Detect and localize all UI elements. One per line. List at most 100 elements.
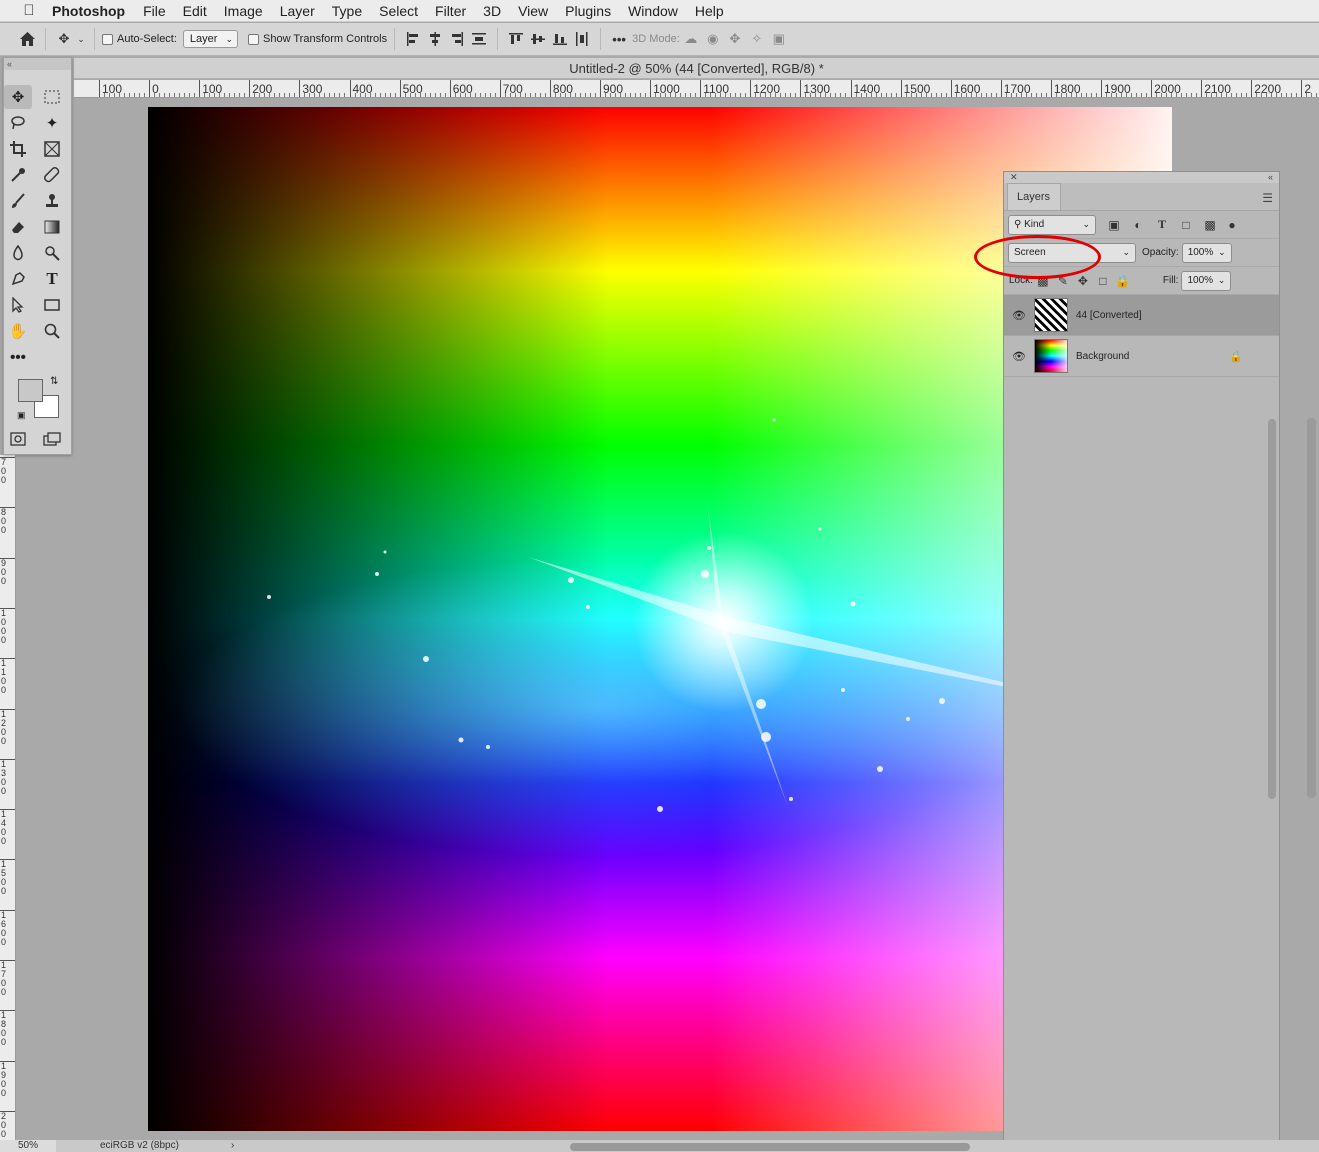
menu-window[interactable]: Window (628, 3, 678, 19)
align-vertical-center-icon[interactable] (527, 28, 549, 50)
lock-icon[interactable]: 🔒 (1229, 350, 1243, 363)
edit-toolbar-icon[interactable]: ••• (4, 345, 32, 369)
menu-type[interactable]: Type (332, 3, 362, 19)
visibility-eye-icon[interactable]: 👁 (1004, 350, 1034, 363)
marquee-tool-icon[interactable] (38, 85, 66, 109)
lock-artboard-icon[interactable]: □ (1093, 271, 1113, 291)
collapse-panel-icon[interactable]: « (1268, 172, 1273, 183)
menu-plugins[interactable]: Plugins (565, 3, 611, 19)
align-bottom-icon[interactable] (549, 28, 571, 50)
fill-input[interactable]: 100% ⌄ (1181, 270, 1232, 291)
align-right-icon[interactable] (446, 28, 468, 50)
panel-scrollbar[interactable] (1268, 419, 1276, 799)
visibility-eye-icon[interactable]: 👁 (1004, 309, 1034, 322)
screen-mode-icon[interactable] (38, 427, 66, 451)
distribute-vertical-icon[interactable] (571, 28, 593, 50)
shape-filter-icon[interactable]: □ (1176, 215, 1196, 235)
blend-mode-dropdown[interactable]: Screen ⌄ (1008, 242, 1136, 263)
menu-edit[interactable]: Edit (183, 3, 207, 19)
move-tool-icon[interactable]: ✥ (53, 28, 75, 50)
layer-row[interactable]: 👁 Background 🔒 (1004, 336, 1279, 377)
magic-wand-tool-icon[interactable]: ✦ (38, 111, 66, 135)
ruler-minor-tick (970, 93, 972, 97)
layer-name[interactable]: 44 [Converted] (1076, 310, 1142, 321)
healing-brush-tool-icon[interactable] (38, 163, 66, 187)
type-tool-icon[interactable]: T (38, 267, 66, 291)
tab-layers[interactable]: Layers (1007, 183, 1061, 210)
filter-kind-dropdown[interactable]: ⚲ Kind ⌄ (1008, 214, 1096, 235)
type-filter-icon[interactable]: T (1152, 215, 1172, 235)
smart-object-filter-icon[interactable]: ▩ (1200, 215, 1220, 235)
panel-menu-icon[interactable]: ☰ (1262, 191, 1273, 205)
orbit-3d-icon[interactable]: ☁ (680, 28, 702, 50)
pen-tool-icon[interactable] (4, 267, 32, 291)
horizontal-ruler[interactable]: 100 0 100 200 300 400 500 600 700 800 900 1000 1100 1… (74, 80, 1319, 98)
canvas-vertical-scrollbar[interactable] (1307, 418, 1316, 798)
move-tool-icon[interactable]: ✥ (4, 85, 32, 109)
menu-image[interactable]: Image (224, 3, 263, 19)
lasso-tool-icon[interactable] (4, 111, 32, 135)
dodge-tool-icon[interactable] (38, 241, 66, 265)
menu-layer[interactable]: Layer (280, 3, 315, 19)
align-left-icon[interactable] (402, 28, 424, 50)
opacity-input[interactable]: 100% ⌄ (1181, 242, 1232, 263)
layer-name[interactable]: Background (1076, 351, 1129, 362)
adjustment-filter-icon[interactable]: ◐ (1128, 215, 1148, 235)
gradient-tool-icon[interactable] (38, 215, 66, 239)
roll-3d-icon[interactable]: ◉ (702, 28, 724, 50)
pan-3d-icon[interactable]: ✥ (724, 28, 746, 50)
image-filter-icon[interactable]: ▣ (1104, 215, 1124, 235)
checkbox-icon[interactable] (248, 33, 259, 45)
zoom-level[interactable]: 50% (0, 1140, 56, 1152)
frame-tool-icon[interactable] (38, 137, 66, 161)
auto-select-target-dropdown[interactable]: Layer ⌄ (182, 30, 238, 48)
home-icon[interactable] (16, 28, 38, 50)
align-top-icon[interactable] (505, 28, 527, 50)
collapse-icon[interactable]: « (4, 58, 71, 70)
app-menu[interactable]: Photoshop (52, 3, 125, 19)
document-title-bar[interactable]: Untitled-2 @ 50% (44 [Converted], RGB/8)… (74, 58, 1319, 79)
ruler-minor-tick (319, 93, 321, 97)
scale-3d-icon[interactable]: ▣ (768, 28, 790, 50)
more-options-icon[interactable]: ••• (608, 28, 630, 50)
lock-position-icon[interactable]: ✥ (1073, 271, 1093, 291)
hand-tool-icon[interactable]: ✋ (4, 319, 32, 343)
slide-3d-icon[interactable]: ✧ (746, 28, 768, 50)
apple-icon[interactable]:  (18, 2, 40, 19)
blur-tool-icon[interactable] (4, 241, 32, 265)
foreground-color-swatch[interactable] (18, 379, 43, 402)
rectangle-tool-icon[interactable] (38, 293, 66, 317)
quick-mask-icon[interactable] (4, 427, 32, 451)
lock-transparent-icon[interactable]: ▩ (1033, 271, 1053, 291)
zoom-tool-icon[interactable] (38, 319, 66, 343)
canvas-horizontal-scrollbar[interactable] (570, 1143, 970, 1151)
checkbox-icon[interactable] (102, 33, 113, 45)
crop-tool-icon[interactable] (4, 137, 32, 161)
close-icon[interactable]: ✕ (1010, 172, 1018, 183)
swap-colors-icon[interactable]: ⇅ (50, 376, 58, 387)
status-menu-arrow[interactable]: › (231, 1140, 234, 1152)
brush-tool-icon[interactable] (4, 189, 32, 213)
align-horizontal-center-icon[interactable] (424, 28, 446, 50)
menu-select[interactable]: Select (379, 3, 418, 19)
show-transform-checkbox[interactable]: Show Transform Controls (248, 33, 387, 45)
menu-view[interactable]: View (518, 3, 548, 19)
path-selection-tool-icon[interactable] (4, 293, 32, 317)
default-colors-icon[interactable]: ▣ (17, 410, 26, 421)
chevron-down-icon[interactable]: ⌄ (75, 28, 87, 50)
lock-pixels-icon[interactable]: ✎ (1053, 271, 1073, 291)
clone-stamp-tool-icon[interactable] (38, 189, 66, 213)
eraser-tool-icon[interactable] (4, 215, 32, 239)
menu-file[interactable]: File (143, 3, 166, 19)
auto-select-checkbox[interactable]: Auto-Select: (102, 33, 177, 45)
ruler-minor-tick (1306, 93, 1308, 97)
menu-3d[interactable]: 3D (483, 3, 501, 19)
lock-all-icon[interactable]: 🔒 (1113, 271, 1133, 291)
distribute-icon[interactable] (468, 28, 490, 50)
vertical-ruler[interactable]: 7 0 0 8 0 0 9 0 0 1 0 0 0 1 1 0 0 1 2 0 0 1 3 … (0, 455, 16, 1140)
menu-help[interactable]: Help (695, 3, 724, 19)
filter-toggle-icon[interactable]: ● (1222, 215, 1242, 235)
layer-row[interactable]: 👁 44 [Converted] (1004, 295, 1279, 336)
menu-filter[interactable]: Filter (435, 3, 466, 19)
eyedropper-tool-icon[interactable] (4, 163, 32, 187)
